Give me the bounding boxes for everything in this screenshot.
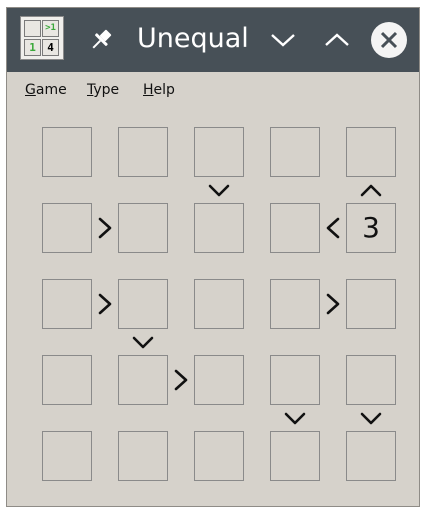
grid-cell-r4-c2[interactable] [194,431,244,481]
down-arrow-sign [284,412,306,425]
up-arrow-sign [360,184,382,197]
menu-game[interactable]: Game [25,81,67,99]
grid-cell-r0-c2[interactable] [194,127,244,177]
chevron-down-icon [271,34,295,47]
unequal-app-icon[interactable]: >1 1 4 [20,16,64,60]
grid-cell-r2-c2[interactable] [194,279,244,329]
grid-cell-r0-c3[interactable] [270,127,320,177]
app-window: >1 1 4 Unequal Game Type Help 3 [6,7,420,507]
down-arrow-sign [208,184,230,197]
icon-cell: 1 [24,39,41,56]
icon-cell [24,20,41,37]
grid-cell-r4-c3[interactable] [270,431,320,481]
grid-cell-r3-c1[interactable] [118,355,168,405]
close-button[interactable] [371,22,407,58]
grid-cell-r1-c3[interactable] [270,203,320,253]
grid-cell-r1-c4[interactable]: 3 [346,203,396,253]
minimize-button[interactable] [269,28,297,52]
grid-cell-r4-c1[interactable] [118,431,168,481]
window-title: Unequal [137,23,249,54]
greater-than-sign [98,293,112,315]
greater-than-sign [174,369,188,391]
grid-cell-r0-c1[interactable] [118,127,168,177]
grid-cell-r0-c4[interactable] [346,127,396,177]
grid-cell-r2-c1[interactable] [118,279,168,329]
pin-icon[interactable] [87,26,115,54]
icon-cell: 4 [42,39,59,56]
greater-than-sign [326,293,340,315]
down-arrow-sign [132,336,154,349]
grid-cell-r3-c2[interactable] [194,355,244,405]
grid-cell-r4-c4[interactable] [346,431,396,481]
menu-bar: Game Type Help [7,72,419,106]
maximize-button[interactable] [323,28,351,52]
grid-cell-r3-c4[interactable] [346,355,396,405]
grid-cell-r0-c0[interactable] [42,127,92,177]
close-icon [380,31,398,49]
menu-help[interactable]: Help [143,81,175,99]
icon-cell: >1 [42,20,59,37]
grid-cell-r4-c0[interactable] [42,431,92,481]
grid-cell-r1-c0[interactable] [42,203,92,253]
grid-cell-r3-c3[interactable] [270,355,320,405]
greater-than-sign [98,217,112,239]
grid-cell-r2-c3[interactable] [270,279,320,329]
grid-cell-r2-c4[interactable] [346,279,396,329]
down-arrow-sign [360,412,382,425]
grid-cell-r3-c0[interactable] [42,355,92,405]
less-than-sign [326,217,340,239]
grid-cell-r1-c1[interactable] [118,203,168,253]
grid-cell-r1-c2[interactable] [194,203,244,253]
grid-cell-r2-c0[interactable] [42,279,92,329]
menu-type[interactable]: Type [87,81,119,99]
chevron-up-icon [325,33,349,46]
title-bar[interactable]: >1 1 4 Unequal [7,8,419,72]
